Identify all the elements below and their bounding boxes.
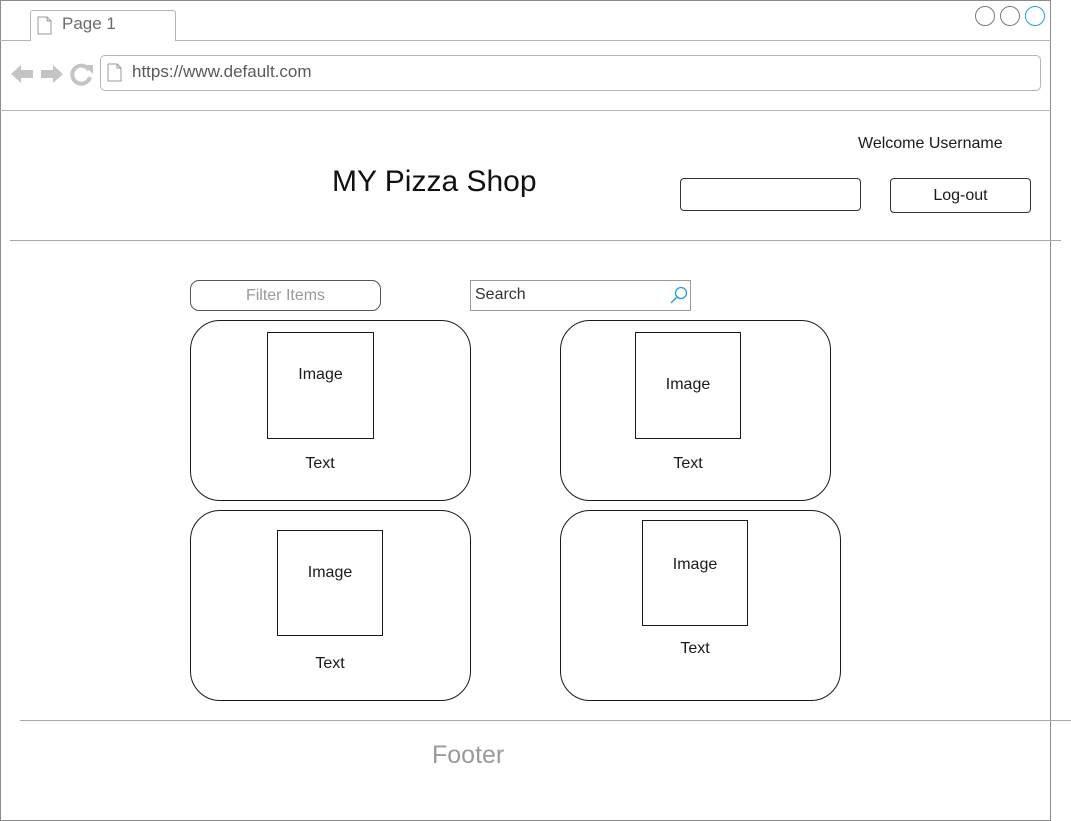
product-text: Text <box>680 640 710 657</box>
product-image: Image <box>277 530 383 636</box>
product-image: Image <box>642 520 748 626</box>
forward-arrow-icon[interactable] <box>40 62 64 86</box>
footer-divider <box>20 720 1071 721</box>
window-control-close[interactable] <box>1025 6 1045 26</box>
logout-button[interactable]: Log-out <box>890 178 1031 213</box>
product-text: Text <box>673 455 703 472</box>
url-text: https://www.default.com <box>132 62 312 81</box>
reload-icon[interactable] <box>70 62 94 86</box>
header-input[interactable] <box>680 178 861 211</box>
product-image: Image <box>635 332 741 439</box>
window-control-maximize[interactable] <box>1000 6 1020 26</box>
window-control-minimize[interactable] <box>975 6 995 26</box>
header-divider <box>10 240 1061 241</box>
back-arrow-icon[interactable] <box>10 62 34 86</box>
page-icon <box>107 63 122 82</box>
browser-window <box>0 0 1051 821</box>
product-image: Image <box>267 332 374 439</box>
product-text: Text <box>315 655 345 672</box>
document-icon <box>37 16 52 35</box>
browser-chrome-divider <box>0 110 1051 111</box>
footer-label: Footer <box>432 741 505 769</box>
product-text: Text <box>305 455 335 472</box>
page-title: MY Pizza Shop <box>332 165 537 198</box>
search-icon[interactable] <box>669 285 689 305</box>
filter-items-button[interactable]: Filter Items <box>190 280 381 311</box>
welcome-text: Welcome Username <box>858 135 1003 152</box>
tab-label: Page 1 <box>62 14 116 33</box>
search-placeholder: Search <box>475 286 526 303</box>
